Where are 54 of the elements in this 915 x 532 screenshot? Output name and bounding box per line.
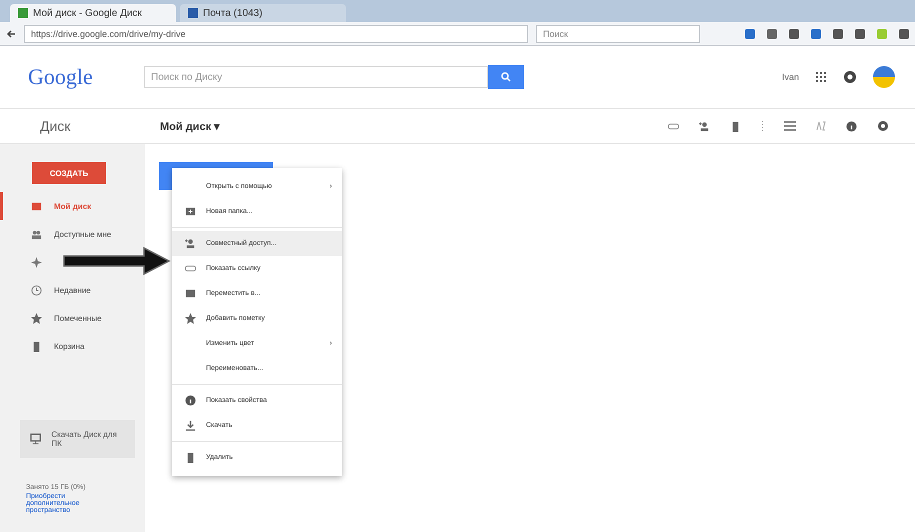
toolbar-icon[interactable] (855, 28, 865, 38)
search-icon (501, 72, 511, 82)
trash-icon (31, 340, 42, 352)
tab-favicon-icon (188, 8, 198, 18)
people-icon (31, 228, 42, 240)
toolbar-icon[interactable] (789, 28, 799, 38)
apps-grid-icon[interactable] (815, 71, 827, 83)
download-icon (184, 420, 196, 431)
folder-icon (184, 288, 196, 299)
download-promo[interactable]: Скачать Диск для ПК (20, 420, 135, 458)
back-arrow-icon[interactable] (6, 28, 16, 38)
user-name[interactable]: Ivan (782, 72, 799, 82)
person-plus-icon (699, 120, 710, 132)
sidebar-item[interactable]: Корзина (0, 332, 92, 360)
search-field[interactable]: Поиск по Диску (144, 66, 488, 88)
create-button[interactable]: СОЗДАТЬ (32, 162, 106, 184)
tab-favicon-icon (18, 8, 28, 18)
toolbar-icon[interactable] (811, 28, 821, 38)
star-icon (31, 312, 42, 324)
toolbar-icon[interactable] (899, 28, 909, 38)
sidebar-item[interactable]: Помеченные (0, 304, 110, 332)
tab-title: Почта (1043) (203, 8, 262, 18)
address-bar[interactable]: https://drive.google.com/drive/my-drive (24, 24, 528, 42)
info-icon (184, 395, 196, 406)
info-icon (846, 120, 857, 132)
sidebar-item[interactable]: Недавние (0, 276, 99, 304)
toolbar-button[interactable] (699, 120, 710, 132)
tab-title: Мой диск - Google Диск (33, 8, 142, 18)
toolbar-button[interactable] (730, 120, 741, 132)
location-dropdown[interactable]: Мой диск ▾ (160, 120, 220, 132)
person-plus-icon (184, 238, 196, 249)
folder-plus-icon (184, 206, 196, 217)
star-icon (184, 313, 196, 324)
clock-icon (31, 284, 42, 296)
notifications-icon[interactable] (843, 70, 857, 84)
avatar[interactable] (873, 66, 895, 88)
search-button[interactable] (488, 65, 524, 89)
folder-icon (31, 200, 42, 212)
sidebar-item[interactable]: Мой диск (0, 192, 100, 220)
monitor-icon (30, 433, 42, 445)
settings-icon[interactable] (877, 120, 889, 132)
toolbar-icon[interactable] (767, 28, 777, 38)
app-title: Диск (40, 118, 72, 134)
toolbar-icon[interactable] (833, 28, 843, 38)
toolbar-icon[interactable] (745, 28, 755, 38)
link-icon (184, 263, 196, 274)
pinwheel-icon (31, 256, 42, 268)
browser-search-field[interactable]: Поиск (536, 24, 700, 42)
trash-icon (730, 120, 741, 132)
sidebar-item[interactable]: Доступные мне (0, 220, 120, 248)
browser-tab[interactable]: Мой диск - Google Диск (10, 4, 176, 22)
browser-tab[interactable]: Почта (1043) (180, 4, 346, 22)
google-logo: Google (28, 64, 94, 90)
list-view-icon[interactable] (784, 121, 796, 131)
